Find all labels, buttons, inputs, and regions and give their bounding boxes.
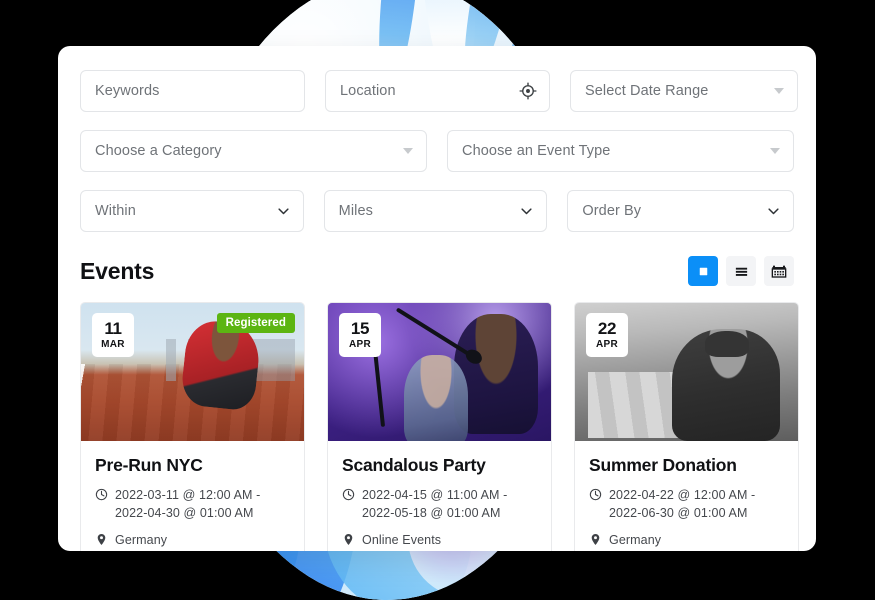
event-datetime-start: 2022-04-15 @ 11:00 AM - <box>362 488 508 502</box>
event-type-placeholder: Choose an Event Type <box>462 142 611 159</box>
chevron-down-icon <box>519 204 534 219</box>
event-datetime-end: 2022-04-30 @ 01:00 AM <box>115 506 254 521</box>
category-select[interactable]: Choose a Category <box>80 130 427 172</box>
event-card[interactable]: 11 MAR Registered Pre-Run NYC 2022-03-11… <box>80 302 305 551</box>
event-card-body: Summer Donation 2022-04-22 @ 12:00 AM -2… <box>575 441 798 551</box>
event-image: 15 APR <box>328 303 551 441</box>
clock-icon <box>95 488 108 501</box>
photo-subject-secondary <box>403 355 468 441</box>
event-datetime-text: 2022-04-22 @ 12:00 AM - 2022-06-30 @ 01:0… <box>609 486 755 522</box>
chevron-down-icon <box>276 204 291 219</box>
event-date-day: 15 <box>350 319 370 338</box>
event-location: Germany <box>589 531 784 549</box>
status-badge: Registered <box>216 313 295 333</box>
chevron-down-icon <box>766 204 781 219</box>
map-pin-icon <box>95 533 108 546</box>
calendar-icon <box>771 263 787 279</box>
event-date-badge: 15 APR <box>339 313 381 357</box>
grid-view-button[interactable] <box>688 256 718 286</box>
event-card-grid: 11 MAR Registered Pre-Run NYC 2022-03-11… <box>80 302 799 551</box>
order-by-placeholder: Order By <box>582 202 642 219</box>
event-card-body: Scandalous Party 2022-04-15 @ 11:00 AM -… <box>328 441 551 551</box>
list-icon <box>734 264 749 279</box>
event-location-text: Germany <box>115 533 168 548</box>
filter-row-2: Choose a Category Choose an Event Type <box>80 130 794 172</box>
caret-down-icon <box>774 88 784 94</box>
event-image: 22 APR <box>575 303 798 441</box>
event-date-day: 22 <box>597 319 617 338</box>
location-placeholder: Location <box>340 82 396 99</box>
map-pin-icon <box>589 533 602 546</box>
event-card-body: Pre-Run NYC 2022-03-11 @ 12:00 AM -2022-… <box>81 441 304 551</box>
events-panel: Keywords Location Select Date Range Choo… <box>58 46 816 551</box>
event-card[interactable]: 15 APR Scandalous Party 2022-04-15 @ 11:… <box>327 302 552 551</box>
event-datetime-end: 2022-06-30 @ 01:00 AM <box>609 506 748 521</box>
event-location: Online Events <box>342 531 537 549</box>
event-location-text: Germany <box>609 533 662 548</box>
event-date-month: MAR <box>101 339 125 350</box>
events-header: Events <box>80 256 794 286</box>
event-datetime: 2022-04-22 @ 12:00 AM - 2022-06-30 @ 01:0… <box>589 486 784 522</box>
filter-row-1: Keywords Location Select Date Range <box>80 70 798 112</box>
photo-mic-stand <box>372 348 386 427</box>
keywords-input[interactable]: Keywords <box>80 70 305 112</box>
event-datetime-start: 2022-04-22 @ 12:00 AM - <box>609 488 756 502</box>
caret-down-icon <box>770 148 780 154</box>
event-title[interactable]: Pre-Run NYC <box>95 455 290 476</box>
filter-row-3: Within Miles Order By <box>80 190 794 232</box>
event-datetime-text: 2022-04-15 @ 11:00 AM - 2022-05-18 @ 01:0… <box>362 486 507 522</box>
photo-subject <box>672 329 781 441</box>
event-card[interactable]: 22 APR Summer Donation 2022-04-22 @ 12:0… <box>574 302 799 551</box>
miles-placeholder: Miles <box>338 202 374 219</box>
event-date-month: APR <box>348 339 371 350</box>
date-range-placeholder: Select Date Range <box>585 82 709 99</box>
event-location-text: Online Events <box>362 533 442 548</box>
event-date-badge: 22 APR <box>586 313 628 357</box>
within-select[interactable]: Within <box>80 190 304 232</box>
event-date-badge: 11 MAR <box>92 313 134 357</box>
keywords-placeholder: Keywords <box>95 82 160 99</box>
event-title[interactable]: Scandalous Party <box>342 455 537 476</box>
location-input[interactable]: Location <box>325 70 550 112</box>
event-datetime: 2022-04-15 @ 11:00 AM - 2022-05-18 @ 01:0… <box>342 486 537 522</box>
geolocate-icon[interactable] <box>519 82 537 100</box>
event-datetime-text: 2022-03-11 @ 12:00 AM - 2022-04-30 @ 01:0… <box>115 486 260 522</box>
event-date-month: APR <box>595 339 618 350</box>
caret-down-icon <box>403 148 413 154</box>
event-datetime-start: 2022-03-11 @ 12:00 AM - <box>115 488 261 502</box>
clock-icon <box>342 488 355 501</box>
miles-select[interactable]: Miles <box>323 190 548 232</box>
event-title[interactable]: Summer Donation <box>589 455 784 476</box>
event-date-day: 11 <box>104 319 122 338</box>
event-location: Germany <box>95 531 290 549</box>
view-toggle-group <box>688 256 794 286</box>
order-by-select[interactable]: Order By <box>567 190 794 232</box>
date-range-select[interactable]: Select Date Range <box>570 70 798 112</box>
list-view-button[interactable] <box>726 256 756 286</box>
category-placeholder: Choose a Category <box>95 142 222 159</box>
page-title: Events <box>80 257 155 284</box>
calendar-view-button[interactable] <box>764 256 794 286</box>
map-pin-icon <box>342 533 355 546</box>
within-placeholder: Within <box>95 202 136 219</box>
event-image: 11 MAR Registered <box>81 303 304 441</box>
clock-icon <box>589 488 602 501</box>
grid-icon <box>696 264 711 279</box>
event-datetime-end: 2022-05-18 @ 01:00 AM <box>362 506 501 521</box>
event-datetime: 2022-03-11 @ 12:00 AM - 2022-04-30 @ 01:0… <box>95 486 290 522</box>
screenshot-root: Keywords Location Select Date Range Choo… <box>0 0 875 600</box>
event-type-select[interactable]: Choose an Event Type <box>447 130 794 172</box>
